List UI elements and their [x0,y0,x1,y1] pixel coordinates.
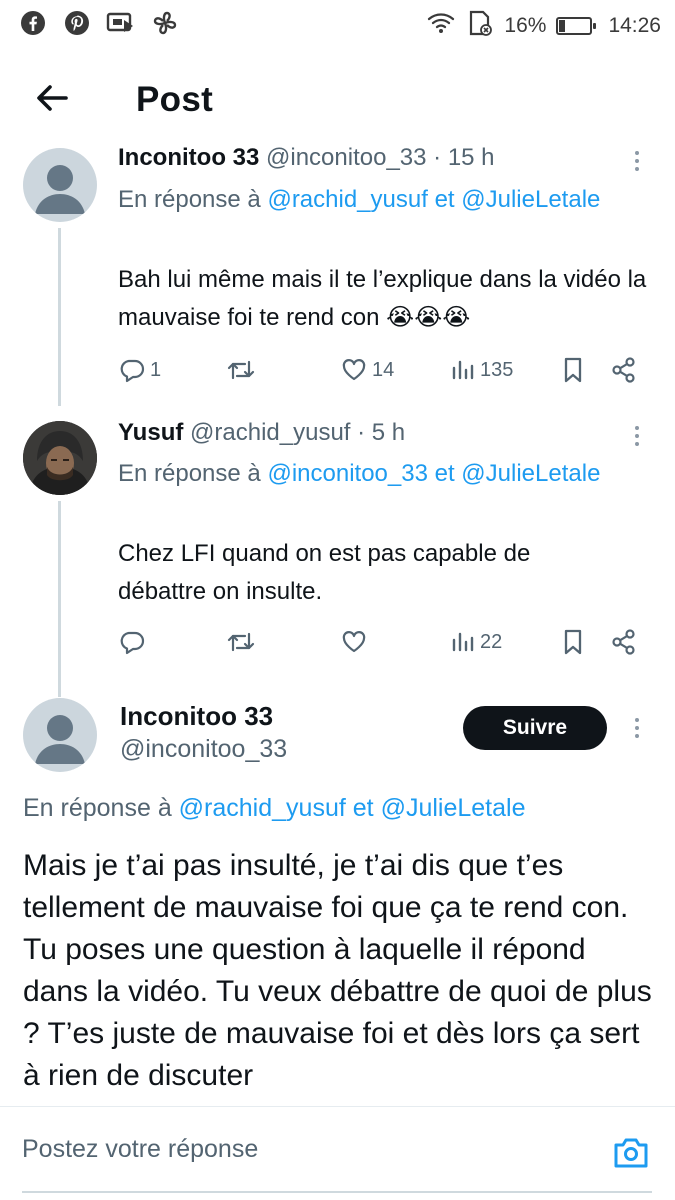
retweet-button[interactable] [226,624,260,660]
tweet-actions: 1 14 135 [116,352,646,388]
mention-link[interactable]: @rachid_yusuf [179,794,346,822]
back-button[interactable] [30,76,74,120]
bookmark-icon [564,629,582,655]
battery-icon [556,17,597,35]
facebook-icon [18,8,48,38]
reply-context: En réponse à @inconitoo_33 et @JulieLeta… [118,455,638,493]
reply-prefix: En réponse à [23,794,172,822]
camera-icon [614,1138,648,1168]
bookmark-icon [564,357,582,383]
mention-link[interactable]: @rachid_yusuf [267,186,427,213]
display-name[interactable]: Inconitoo 33 [118,144,259,171]
follow-button[interactable]: Suivre [463,706,607,750]
like-count: 14 [372,358,395,381]
camera-button[interactable] [611,1135,651,1171]
bar-chart-icon [452,360,474,380]
display-name[interactable]: Inconitoo 33 [120,701,273,731]
thread-line [58,501,61,697]
post-text: Mais je t’ai pas insulté, je t’ai dis qu… [23,849,652,1092]
share-button[interactable] [610,352,638,388]
page-title: Post [136,80,214,119]
thread-line [58,228,61,406]
display-name[interactable]: Yusuf [118,419,183,446]
notification-icons [18,8,180,38]
more-options-button[interactable] [625,713,649,743]
default-avatar-icon [35,165,85,214]
profile-photo [23,421,97,495]
battery-level [559,20,565,32]
arrow-left-icon [37,85,68,111]
ticket-icon [106,8,136,38]
share-icon [612,629,635,655]
more-options-button[interactable] [625,146,649,176]
reply-tweet[interactable]: Inconitoo 33 @inconitoo_33 · 15 h En rép… [0,140,675,406]
views-button[interactable]: 135 [450,352,513,388]
reply-and: et [434,460,455,487]
reply-count: 1 [150,358,162,381]
view-count: 22 [480,630,503,653]
avatar[interactable] [23,421,97,495]
retweet-icon [227,360,255,380]
tweet-actions: 22 [116,624,646,660]
bookmark-button[interactable] [560,352,586,388]
author-name[interactable]: Inconitoo 33 [120,701,273,732]
pinterest-icon [62,8,92,38]
reply-input[interactable] [22,1135,582,1164]
view-count: 135 [480,358,514,381]
author-handle[interactable]: @inconitoo_33 [120,735,287,764]
avatar[interactable] [23,148,97,222]
tweet-text: Bah lui même mais il te l’explique dans … [118,266,647,331]
tweet-header: Yusuf @rachid_yusuf · 5 h [118,419,405,447]
reply-prefix: En réponse à [118,460,261,487]
battery-percent: 16% [504,14,547,37]
avatar[interactable] [23,698,97,772]
reply-and: et [434,186,455,213]
comment-icon [120,359,145,383]
mention-link[interactable]: @inconitoo_33 [267,460,427,487]
status-bar: 16% 14:26 [0,0,675,46]
tweet-header: Inconitoo 33 @inconitoo_33 · 15 h [118,144,495,172]
handle-and-time: @rachid_yusuf · 5 h [190,419,406,446]
heart-icon [342,631,366,653]
reply-context: En réponse à @rachid_yusuf et @JulieLeta… [118,181,638,219]
wifi-icon [426,10,456,42]
sd-card-icon [466,9,494,43]
fan-icon [150,8,180,38]
heart-icon [342,359,366,381]
mention-link[interactable]: @JulieLetale [461,186,600,213]
reply-context: En réponse à @rachid_yusuf et @JulieLeta… [23,789,653,827]
main-post: Inconitoo 33 @inconitoo_33 Suivre En rép… [0,695,675,1105]
reply-button[interactable] [118,624,150,660]
header: Post [0,62,675,140]
comment-icon [120,631,145,655]
retweet-icon [227,632,255,652]
reply-button[interactable]: 1 [118,352,161,388]
handle-and-time: @inconitoo_33 · 15 h [266,144,495,171]
mention-link[interactable]: @JulieLetale [381,794,526,822]
like-button[interactable] [340,624,372,660]
system-indicators: 16% 14:26 [426,9,661,43]
like-button[interactable]: 14 [340,352,394,388]
bar-chart-icon [452,632,474,652]
views-button[interactable]: 22 [450,624,502,660]
share-icon [612,357,635,383]
more-options-button[interactable] [625,421,649,451]
handle[interactable]: @inconitoo_33 [120,735,287,763]
clock: 14:26 [608,14,661,37]
input-underline [22,1191,652,1193]
reply-tweet[interactable]: Yusuf @rachid_yusuf · 5 h En réponse à @… [0,415,675,697]
reply-and: et [352,794,374,822]
reply-bar [0,1106,675,1200]
retweet-button[interactable] [226,352,260,388]
mention-link[interactable]: @JulieLetale [461,460,600,487]
bookmark-button[interactable] [560,624,586,660]
share-button[interactable] [610,624,638,660]
default-avatar-icon [35,715,85,764]
tweet-text: Chez LFI quand on est pas capable de déb… [118,540,531,605]
reply-prefix: En réponse à [118,186,261,213]
